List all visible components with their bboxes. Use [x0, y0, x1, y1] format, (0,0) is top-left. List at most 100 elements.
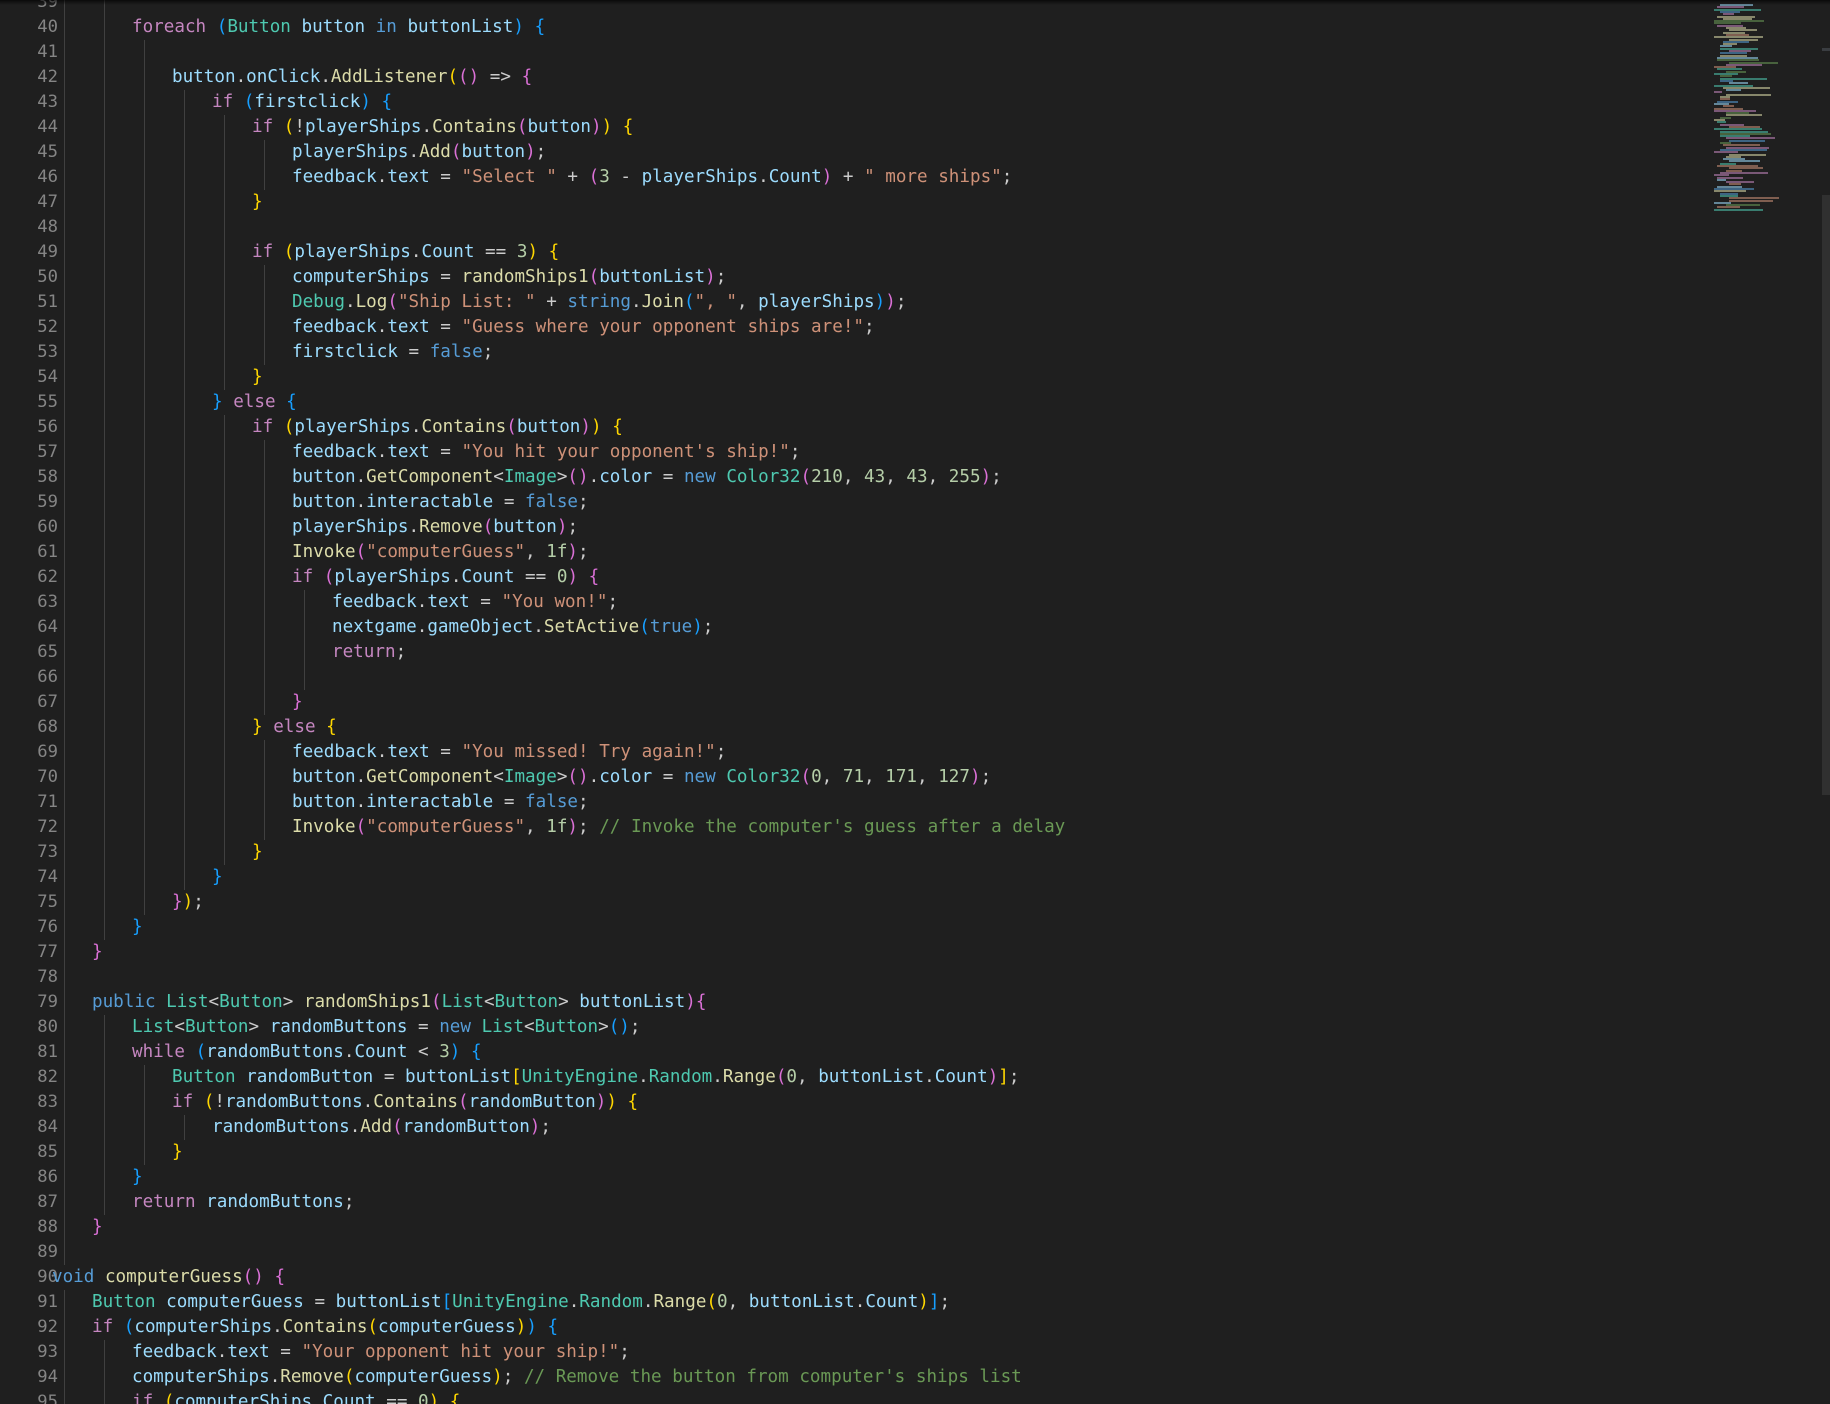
code-token: 3	[516, 242, 528, 262]
code-token: ;	[702, 617, 714, 637]
code-token: "computerGuess"	[366, 542, 526, 562]
code-token: text	[387, 442, 430, 462]
code-line[interactable]: playerShips.Remove(button);	[292, 515, 578, 540]
code-token: ;	[619, 1342, 630, 1362]
code-token: =	[469, 592, 502, 612]
code-line[interactable]: feedback.text = "Select " + (3 - playerS…	[292, 165, 1012, 190]
code-token: )	[821, 167, 833, 187]
code-line[interactable]: }	[92, 1215, 103, 1240]
code-line[interactable]: nextgame.gameObject.SetActive(true);	[332, 615, 713, 640]
code-line[interactable]: button.GetComponent<Image>().color = new…	[292, 465, 1002, 490]
code-token: randomButtons	[224, 1092, 363, 1112]
code-token: ;	[343, 1192, 355, 1212]
code-line[interactable]: feedback.text = "Your opponent hit your …	[132, 1340, 630, 1365]
code-line[interactable]: feedback.text = "Guess where your oppone…	[292, 315, 875, 340]
code-token: public	[92, 992, 156, 1012]
code-line[interactable]: }	[132, 1165, 143, 1190]
code-line[interactable]: Debug.Log("Ship List: " + string.Join(",…	[292, 290, 906, 315]
code-line[interactable]: button.onClick.AddListener(() => {	[172, 65, 532, 90]
code-line[interactable]: return randomButtons;	[132, 1190, 354, 1215]
code-token: 171	[885, 767, 918, 787]
code-line[interactable]: }	[132, 915, 143, 940]
code-line[interactable]: if (computerShips.Count == 0) {	[132, 1390, 460, 1404]
code-line[interactable]: Invoke("computerGuess", 1f); // Invoke t…	[292, 815, 1065, 840]
code-line[interactable]: Button randomButton = buttonList[UnityEn…	[172, 1065, 1019, 1090]
minimap[interactable]	[1706, 0, 1814, 1404]
code-token: buttonList	[599, 267, 706, 287]
code-token: (	[800, 467, 812, 487]
code-line[interactable]: feedback.text = "You missed! Try again!"…	[292, 740, 726, 765]
code-line[interactable]: }	[292, 690, 303, 715]
code-line[interactable]: button.interactable = false;	[292, 490, 589, 515]
code-line[interactable]: if (!randomButtons.Contains(randomButton…	[172, 1090, 638, 1115]
code-token: (	[447, 67, 459, 87]
code-line[interactable]: while (randomButtons.Count < 3) {	[132, 1040, 482, 1065]
code-line[interactable]: computerShips.Remove(computerGuess); // …	[132, 1365, 1022, 1390]
code-token: Range	[653, 1292, 707, 1312]
code-token: ;	[535, 142, 547, 162]
code-line[interactable]: if (playerShips.Count == 3) {	[252, 240, 559, 265]
code-token: 3	[439, 1042, 450, 1062]
code-line[interactable]: Invoke("computerGuess", 1f);	[292, 540, 589, 565]
code-line[interactable]: computerShips = randomShips1(buttonList)…	[292, 265, 726, 290]
code-line[interactable]: List<Button> randomButtons = new List<Bu…	[132, 1015, 640, 1040]
code-token: .	[416, 592, 428, 612]
code-line[interactable]: Button computerGuess = buttonList[UnityE…	[92, 1290, 950, 1315]
code-token: .	[588, 767, 600, 787]
code-token: true	[649, 617, 693, 637]
code-line[interactable]: button.GetComponent<Image>().color = new…	[292, 765, 991, 790]
code-line[interactable]: if (playerShips.Count == 0) {	[292, 565, 599, 590]
code-token: .	[568, 1292, 580, 1312]
code-token: new	[439, 1017, 471, 1037]
code-line[interactable]: }	[252, 365, 263, 390]
code-line[interactable]: public List<Button> randomShips1(List<Bu…	[92, 990, 706, 1015]
code-token: feedback	[292, 167, 377, 187]
code-line[interactable]: feedback.text = "You won!";	[332, 590, 618, 615]
code-line[interactable]: feedback.text = "You hit your opponent's…	[292, 440, 800, 465]
code-line[interactable]: firstclick = false;	[292, 340, 493, 365]
code-line[interactable]: }	[172, 1140, 183, 1165]
code-token: .	[355, 767, 367, 787]
code-line[interactable]: }	[252, 840, 263, 865]
code-line[interactable]: if (computerShips.Contains(computerGuess…	[92, 1315, 558, 1340]
code-line[interactable]: foreach (Button button in buttonList) {	[132, 15, 545, 40]
code-token: {	[534, 17, 546, 37]
code-token: )	[449, 1042, 461, 1062]
code-line[interactable]: }	[212, 865, 223, 890]
vertical-scrollbar[interactable]	[1820, 0, 1830, 1404]
code-line[interactable]: if (firstclick) {	[212, 90, 392, 115]
code-line[interactable]: void computerGuess() {	[52, 1265, 285, 1290]
code-line[interactable]: }	[252, 190, 263, 215]
indent-guide	[184, 1115, 185, 1140]
code-line[interactable]: if (playerShips.Contains(button)) {	[252, 415, 623, 440]
code-area[interactable]: foreach (Button button in buttonList) { b…	[0, 0, 1700, 1404]
code-line[interactable]: button.interactable = false;	[292, 790, 589, 815]
code-token: playerShips	[292, 517, 409, 537]
code-line[interactable]: randomButtons.Add(randomButton);	[212, 1115, 551, 1140]
code-token: interactable	[366, 492, 494, 512]
code-token: " more ships"	[864, 167, 1002, 187]
code-token: .	[642, 1292, 654, 1312]
code-line[interactable]: } else {	[212, 390, 297, 415]
code-line[interactable]: });	[172, 890, 204, 915]
code-line[interactable]: } else {	[252, 715, 337, 740]
code-token: (	[283, 417, 295, 437]
code-line[interactable]: return;	[332, 640, 406, 665]
code-token: "Guess where your opponent ships are!"	[461, 317, 865, 337]
code-line[interactable]: playerShips.Add(button);	[292, 140, 546, 165]
code-editor[interactable]: 39 40 41 42 43 44 45 46 47 48 49 50 51 52 53 54 55 56 57 58…	[0, 0, 1830, 1404]
code-token: ", "	[694, 292, 737, 312]
code-token: {	[521, 67, 533, 87]
code-line[interactable]: if (!playerShips.Contains(button)) {	[252, 115, 633, 140]
scrollbar-thumb[interactable]	[1822, 195, 1830, 795]
code-line[interactable]: }	[92, 940, 103, 965]
code-token: 3	[599, 167, 610, 187]
code-token: {	[547, 1317, 559, 1337]
